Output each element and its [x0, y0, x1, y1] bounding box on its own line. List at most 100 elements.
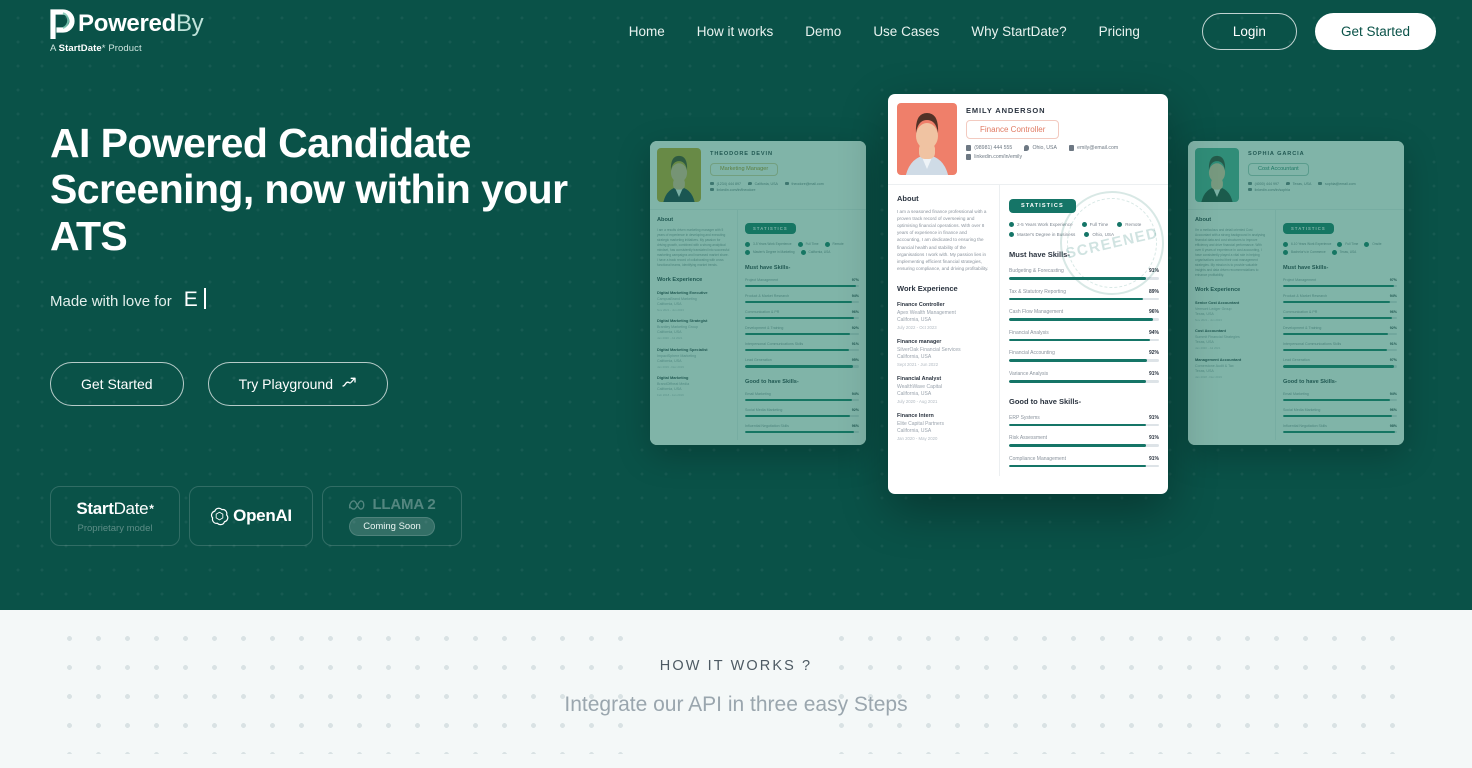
job-dates: Jan 2020 - May 2020: [897, 435, 938, 441]
skill-item: Email Marketing 94%: [1283, 392, 1397, 402]
work-experience-item: Finance manager SilverOak Financial Serv…: [897, 339, 990, 367]
skill-item: Variance Analysis 91%: [1009, 371, 1159, 383]
work-experience-heading: Work Experience: [657, 277, 703, 284]
job-location: California, USA: [657, 358, 682, 363]
job-company: Apex Wealth Management: [897, 309, 956, 316]
brand-tagline: A StartDate* Product: [50, 44, 203, 54]
how-it-works-title: Integrate our API in three easy Steps: [564, 693, 908, 716]
statistic-chip: 2-5 Years Work Experience: [1009, 222, 1073, 227]
statistics-chips: 6-10 Years Work Experience Full Time Onsit…: [1283, 241, 1397, 255]
nav-item-pricing[interactable]: Pricing: [1083, 16, 1156, 47]
nav-item-demo[interactable]: Demo: [789, 16, 857, 47]
nav-item-use-cases[interactable]: Use Cases: [857, 16, 955, 47]
skill-percent: 94%: [1389, 293, 1397, 298]
login-button[interactable]: Login: [1201, 12, 1297, 50]
nav-item-how-it-works[interactable]: How it works: [681, 16, 790, 47]
startdate-model-sub: Proprietary model: [77, 522, 153, 534]
hero-headline-line2: Screening, now within your ATS: [50, 166, 568, 259]
resume-card-emily[interactable]: EMILY ANDERSON Finance Controller (98981…: [888, 94, 1168, 494]
candidate-name: EMILY ANDERSON: [966, 106, 1046, 115]
get-started-button[interactable]: Get Started: [1314, 12, 1436, 50]
job-title: Senior Cost Accountant: [1195, 299, 1240, 305]
statistic-chip: Full Time: [1081, 222, 1108, 227]
resume-card-sophia[interactable]: SOPHIA GARCIA Cost Accountant (4000) 444…: [1188, 141, 1404, 445]
llama2-label: LLAMA 2: [372, 496, 436, 513]
candidate-info: EMILY ANDERSON Finance Controller (98981…: [966, 103, 1159, 175]
hero-tagline-prefix: Made with love for: [50, 292, 172, 310]
nav-item-home[interactable]: Home: [613, 16, 681, 47]
nav-item-why-startdate[interactable]: Why StartDate?: [955, 16, 1082, 47]
location-pin-icon: [1024, 145, 1030, 151]
about-heading: About: [897, 194, 919, 203]
model-card-startdate[interactable]: Start Date * Proprietary model: [50, 486, 180, 546]
job-title: Digital Marketing Executive: [657, 289, 708, 295]
work-experience-item: Financial Analyst WealthWave Capital Cal…: [897, 376, 990, 404]
skill-name: Interpersonal Communications Skills: [745, 341, 804, 346]
skill-name: Tax & Statutory Reporting: [1009, 288, 1066, 295]
model-card-llama2[interactable]: LLAMA 2 Coming Soon: [322, 486, 462, 546]
llama2-logo: LLAMA 2: [348, 496, 436, 513]
skill-name: Risk Assessment: [1009, 435, 1048, 442]
brand-logo[interactable]: Powered By A StartDate* Product: [50, 9, 204, 54]
skill-percent: 94%: [851, 293, 859, 298]
skill-item: Risk Assessment 91%: [1009, 435, 1159, 447]
skill-progress-bar: [745, 430, 859, 434]
contact-location: Texas, USA: [1285, 182, 1311, 186]
resume-right-column: STATISTICS 6-10 Years Work Experience Ful…: [1276, 210, 1404, 440]
skill-percent: 96%: [1148, 309, 1159, 316]
skill-progress-bar: [1009, 277, 1159, 280]
work-experience-item: Digital Marketing Executive CampusBrand …: [657, 290, 730, 312]
resume-cards-group: THEODORE DEVIN Marketing Manager (1234) …: [640, 86, 1430, 506]
contact-email: theodore@mail.com: [784, 182, 824, 186]
hero-content: AI Powered Candidate Screening, now with…: [50, 120, 650, 406]
job-dates: Jan 2020 - Jul 2021: [657, 336, 683, 341]
openai-logo-icon: [210, 507, 229, 526]
statistics-chips: 3-5 Years Work Experience Full Time Remote…: [745, 241, 859, 255]
skill-item: Project Management 97%: [745, 278, 859, 288]
work-experience-item: Finance Intern Elite Capital Partners Ca…: [897, 413, 990, 441]
skill-name: Social Media Marketing: [1283, 407, 1321, 412]
skill-name: Financial Accounting: [1009, 350, 1055, 357]
skill-progress-bar: [1283, 398, 1397, 402]
how-it-works-section: HOW IT WORKS ? Integrate our API in thre…: [0, 610, 1472, 768]
skill-percent: 96%: [1389, 407, 1397, 412]
skill-name: Social Media Marketing: [745, 407, 783, 412]
must-have-skills-heading: Must have Skills-: [1283, 265, 1329, 271]
skill-item: Product & Market Research 94%: [745, 294, 859, 304]
linkedin-icon: [966, 154, 972, 160]
work-experience-item: Management Accountant Cornerstone Audit …: [1195, 357, 1268, 379]
contact-email: emily@email.com: [1068, 145, 1118, 151]
skill-name: Financial Analysis: [1009, 329, 1049, 336]
hero-tagline-typed-text: E: [183, 287, 199, 311]
skill-percent: 91%: [1148, 268, 1159, 274]
brand-tagline-suffix: * Product: [101, 42, 142, 54]
job-title: Financial Analyst: [897, 375, 942, 382]
candidate-role-badge: Marketing Manager: [710, 162, 779, 176]
skill-item: Communication & PR 96%: [1283, 310, 1397, 320]
must-have-skills-heading: Must have Skills-: [1009, 250, 1070, 259]
skill-percent: 92%: [1148, 350, 1159, 357]
hero-get-started-button[interactable]: Get Started: [50, 361, 184, 406]
model-card-openai[interactable]: OpenAI: [189, 486, 313, 546]
hero-cta-row: Get Started Try Playground: [50, 361, 650, 406]
try-playground-button[interactable]: Try Playground: [207, 361, 389, 406]
skill-name: ERP Systems: [1009, 414, 1040, 421]
job-company: WealthWave Capital: [897, 383, 943, 390]
job-dates: Jan 2019 - Dec 2019: [657, 364, 684, 369]
skill-name: Compliance Management: [1009, 455, 1066, 462]
job-company: CampusBrand Marketing: [657, 296, 697, 301]
skill-item: Product & Market Research 94%: [1283, 294, 1397, 304]
skill-name: Development & Training: [745, 325, 784, 330]
about-text: I am a results driven marketing manager …: [657, 228, 730, 267]
resume-card-theodore[interactable]: THEODORE DEVIN Marketing Manager (1234) …: [650, 141, 866, 445]
skill-item: Influential Negotiation Skills 96%: [745, 424, 859, 434]
skill-name: Communication & PR: [745, 309, 780, 314]
job-location: Texas, USA: [1195, 340, 1214, 345]
skill-progress-bar: [745, 348, 859, 352]
skill-name: Cash Flow Management: [1009, 309, 1064, 316]
resume-header: EMILY ANDERSON Finance Controller (98981…: [888, 94, 1168, 185]
skill-item: Financial Accounting 92%: [1009, 350, 1159, 362]
about-text: I'm a meticulous and detail oriented Cos…: [1195, 228, 1266, 277]
skill-percent: 96%: [851, 309, 859, 314]
skill-progress-bar: [745, 364, 859, 368]
